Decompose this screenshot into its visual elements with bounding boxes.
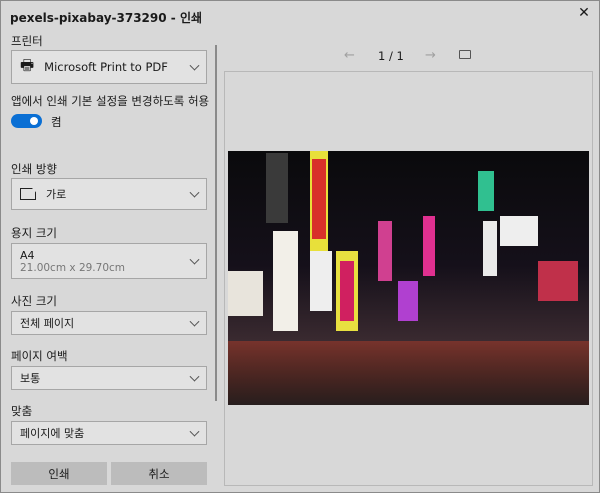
fit-value: 페이지에 맞춤 xyxy=(20,427,85,440)
paper-size-label: 용지 크기 xyxy=(11,226,57,240)
printer-icon: 🖶 xyxy=(20,55,35,74)
page-icon xyxy=(20,188,36,200)
arrow-right-icon[interactable]: → xyxy=(425,48,436,63)
fit-label: 맞춤 xyxy=(11,404,33,418)
print-button[interactable]: 인쇄 xyxy=(11,462,107,485)
fit-page-icon[interactable] xyxy=(459,50,471,59)
chevron-down-icon xyxy=(189,316,200,327)
page-indicator: 1 / 1 xyxy=(378,49,404,63)
chevron-down-icon xyxy=(189,426,200,437)
photo-size-label: 사진 크기 xyxy=(11,294,57,308)
printer-label: 프린터 xyxy=(11,34,43,48)
app-settings-label: 앱에서 인쇄 기본 설정을 변경하도록 허용 xyxy=(11,94,210,108)
printer-select[interactable]: 🖶 Microsoft Print to PDF xyxy=(11,50,207,84)
paper-size-dimensions: 21.00cm x 29.70cm xyxy=(20,262,126,274)
chevron-down-icon xyxy=(189,371,200,382)
chevron-down-icon xyxy=(189,60,200,71)
window-title: pexels-pixabay-373290 - 인쇄 xyxy=(10,11,203,25)
orientation-select[interactable]: 가로 xyxy=(11,178,207,210)
margins-select[interactable]: 보통 xyxy=(11,366,207,390)
toggle-state: 켬 xyxy=(51,115,62,129)
margins-value: 보통 xyxy=(20,372,41,385)
paper-size-select[interactable]: A4 21.00cm x 29.70cm xyxy=(11,243,207,279)
margins-label: 페이지 여백 xyxy=(11,349,68,363)
arrow-left-icon[interactable]: ← xyxy=(344,48,355,63)
chevron-down-icon xyxy=(189,187,200,198)
app-settings-toggle[interactable] xyxy=(11,114,42,128)
photo-size-value: 전체 페이지 xyxy=(20,317,75,330)
paper-size-value: A4 xyxy=(20,249,35,262)
orientation-label: 인쇄 방향 xyxy=(11,162,57,176)
cancel-button[interactable]: 취소 xyxy=(111,462,207,485)
printer-value: Microsoft Print to PDF xyxy=(44,60,168,74)
photo-size-select[interactable]: 전체 페이지 xyxy=(11,311,207,335)
orientation-value: 가로 xyxy=(46,188,67,201)
settings-scrollbar[interactable] xyxy=(215,45,217,401)
close-icon[interactable]: ✕ xyxy=(575,5,593,21)
preview-image xyxy=(228,151,589,405)
fit-select[interactable]: 페이지에 맞춤 xyxy=(11,421,207,445)
